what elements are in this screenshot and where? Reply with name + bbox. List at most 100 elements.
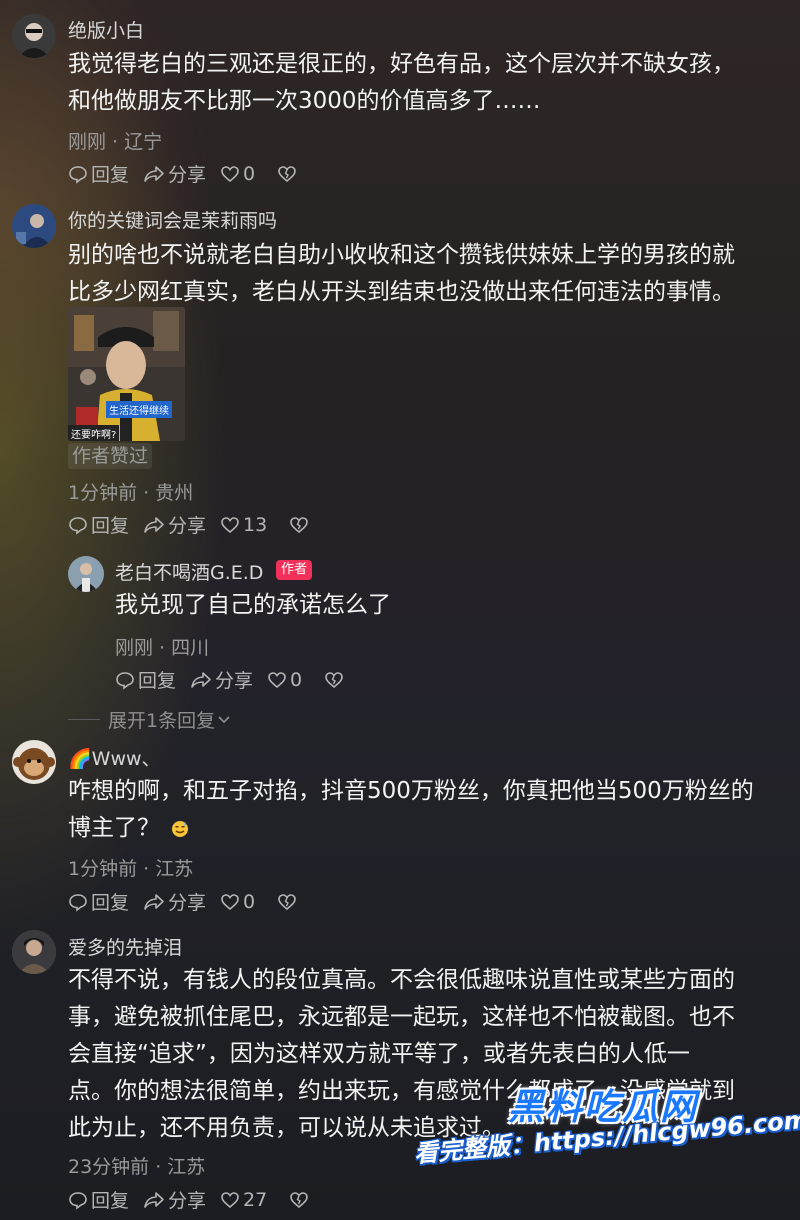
image-caption: 生活还得继续 xyxy=(106,401,172,418)
comment-line: 咋想的啊，和五子对掐，抖音500万粉丝，你真把他当500万粉丝的 xyxy=(68,778,754,804)
broken-heart-icon xyxy=(278,893,296,910)
avatar-person-icon xyxy=(68,556,104,592)
broken-heart-icon xyxy=(290,1191,309,1208)
comment-image[interactable]: 生活还得继续 还要咋啊? xyxy=(68,307,185,441)
comment-actions: 回复 分享 13 xyxy=(68,511,309,538)
heart-icon xyxy=(221,516,239,533)
reply-icon xyxy=(69,516,87,535)
comment-line: 事，避免被抓住尾巴，永远都是一起玩，这样也不怕被截图。也不 xyxy=(68,1004,735,1030)
avatar[interactable] xyxy=(12,930,56,974)
comment-text: 我觉得老白的三观还是很正的，好色有品，这个层次并不缺女孩， 和他做朋友不比那一次… xyxy=(68,46,788,120)
comment-line: 博主了？ xyxy=(68,810,793,847)
avatar-person-icon xyxy=(12,930,56,974)
expand-replies-button[interactable]: 展开1条回复 xyxy=(68,706,231,733)
divider xyxy=(68,719,100,720)
comment-line: 和他做朋友不比那一次3000的价值高多了…… xyxy=(68,88,541,114)
share-label: 分享 xyxy=(168,164,207,186)
comment-text: 我兑现了自己的承诺怎么了 xyxy=(115,587,785,624)
reply-label: 回复 xyxy=(138,670,177,692)
share-icon xyxy=(191,671,211,688)
avatar[interactable] xyxy=(68,556,104,592)
reply-icon xyxy=(69,893,87,912)
comment-line: 会直接“追求”，因为这样双方就平等了，或者先表白的人低一 xyxy=(68,1041,690,1067)
broken-heart-icon xyxy=(278,165,296,182)
like-button[interactable]: 13 xyxy=(220,514,267,536)
heart-icon xyxy=(221,1191,239,1208)
like-button[interactable]: 0 xyxy=(220,163,255,185)
share-icon xyxy=(144,165,164,182)
share-button[interactable]: 分享 xyxy=(143,1186,206,1213)
share-label: 分享 xyxy=(168,515,207,537)
share-button[interactable]: 分享 xyxy=(143,160,206,187)
avatar[interactable] xyxy=(12,14,56,58)
dislike-button[interactable] xyxy=(289,515,309,535)
like-count: 0 xyxy=(243,162,256,185)
comment-actions: 回复 分享 0 xyxy=(68,888,297,915)
comment-text: 别的啥也不说就老白自助小收收和这个攒钱供妹妹上学的男孩的就 比多少网红真实，老白… xyxy=(68,237,788,311)
like-count: 13 xyxy=(243,513,268,536)
username[interactable]: 老白不喝酒G.E.D xyxy=(115,558,263,585)
comment-actions: 回复 分享 27 xyxy=(68,1186,309,1213)
like-button[interactable]: 27 xyxy=(220,1189,267,1211)
reply-button[interactable]: 回复 xyxy=(68,511,129,538)
reply-label: 回复 xyxy=(91,1190,130,1212)
heart-icon xyxy=(268,671,286,688)
comment-line: 别的啥也不说就老白自助小收收和这个攒钱供妹妹上学的男孩的就 xyxy=(68,242,735,268)
comment-line: 我觉得老白的三观还是很正的，好色有品，这个层次并不缺女孩， xyxy=(68,51,735,77)
like-button[interactable]: 0 xyxy=(220,891,255,913)
reply-icon xyxy=(116,671,134,690)
expand-replies-label: 展开1条回复 xyxy=(108,710,216,732)
share-label: 分享 xyxy=(215,670,254,692)
comment-line: 比多少网红真实，老白从开头到结束也没做出来任何违法的事情。 xyxy=(68,279,735,305)
dislike-button[interactable] xyxy=(289,1190,309,1210)
avatar[interactable] xyxy=(12,740,56,784)
share-button[interactable]: 分享 xyxy=(190,666,253,693)
share-label: 分享 xyxy=(168,1190,207,1212)
author-badge: 作者 xyxy=(276,560,313,580)
photo-thumbnail xyxy=(68,307,185,441)
reply-label: 回复 xyxy=(91,164,130,186)
dislike-button[interactable] xyxy=(277,892,297,912)
sweat-smile-emoji-icon xyxy=(172,820,188,837)
heart-icon xyxy=(221,165,239,182)
site-watermark: 黑料吃瓜网 看完整版：https://hlcgw96.com xyxy=(412,1072,800,1202)
like-count: 27 xyxy=(243,1188,268,1211)
share-button[interactable]: 分享 xyxy=(143,888,206,915)
share-button[interactable]: 分享 xyxy=(143,511,206,538)
like-button[interactable]: 0 xyxy=(267,669,302,691)
broken-heart-icon xyxy=(325,671,343,688)
avatar[interactable] xyxy=(12,204,56,248)
reply-icon xyxy=(69,1191,87,1210)
chevron-down-icon xyxy=(218,715,230,723)
reply-button[interactable]: 回复 xyxy=(68,1186,129,1213)
username[interactable]: 你的关键词会是茉莉雨吗 xyxy=(68,206,277,233)
comment-line-text: 博主了？ xyxy=(68,815,160,841)
reply-icon xyxy=(69,165,87,184)
image-caption: 还要咋啊? xyxy=(68,425,120,441)
comment-line: 不得不说，有钱人的段位真高。不会很低趣味说直性或某些方面的 xyxy=(68,967,735,993)
share-label: 分享 xyxy=(168,892,207,914)
broken-heart-icon xyxy=(290,516,309,533)
like-count: 0 xyxy=(290,668,303,691)
avatar-monkey-icon xyxy=(12,740,56,784)
watermark-prefix: 看完整版： xyxy=(412,1129,535,1168)
username[interactable]: 绝版小白 xyxy=(68,16,144,43)
author-liked-tag: 作者赞过 xyxy=(68,443,153,469)
avatar-person-icon xyxy=(12,204,56,248)
username[interactable]: 爱多的先掉泪 xyxy=(68,933,182,960)
reply-button[interactable]: 回复 xyxy=(68,160,129,187)
comment-actions: 回复 分享 0 xyxy=(115,666,344,693)
comment-text: 咋想的啊，和五子对掐，抖音500万粉丝，你真把他当500万粉丝的 博主了？ xyxy=(68,773,793,847)
comment-meta: 刚刚 · 辽宁 xyxy=(68,131,163,153)
comment-actions: 回复 分享 0 xyxy=(68,160,297,187)
reply-button[interactable]: 回复 xyxy=(115,666,176,693)
dislike-button[interactable] xyxy=(324,670,344,690)
avatar-person-icon xyxy=(12,14,56,58)
comment-meta: 23分钟前 · 江苏 xyxy=(68,1156,206,1178)
dislike-button[interactable] xyxy=(277,164,297,184)
username[interactable]: 🌈Www、 xyxy=(68,744,161,771)
comment-line: 我兑现了自己的承诺怎么了 xyxy=(115,592,391,618)
reply-button[interactable]: 回复 xyxy=(68,888,129,915)
reply-label: 回复 xyxy=(91,515,130,537)
comment-meta: 刚刚 · 四川 xyxy=(115,637,210,659)
